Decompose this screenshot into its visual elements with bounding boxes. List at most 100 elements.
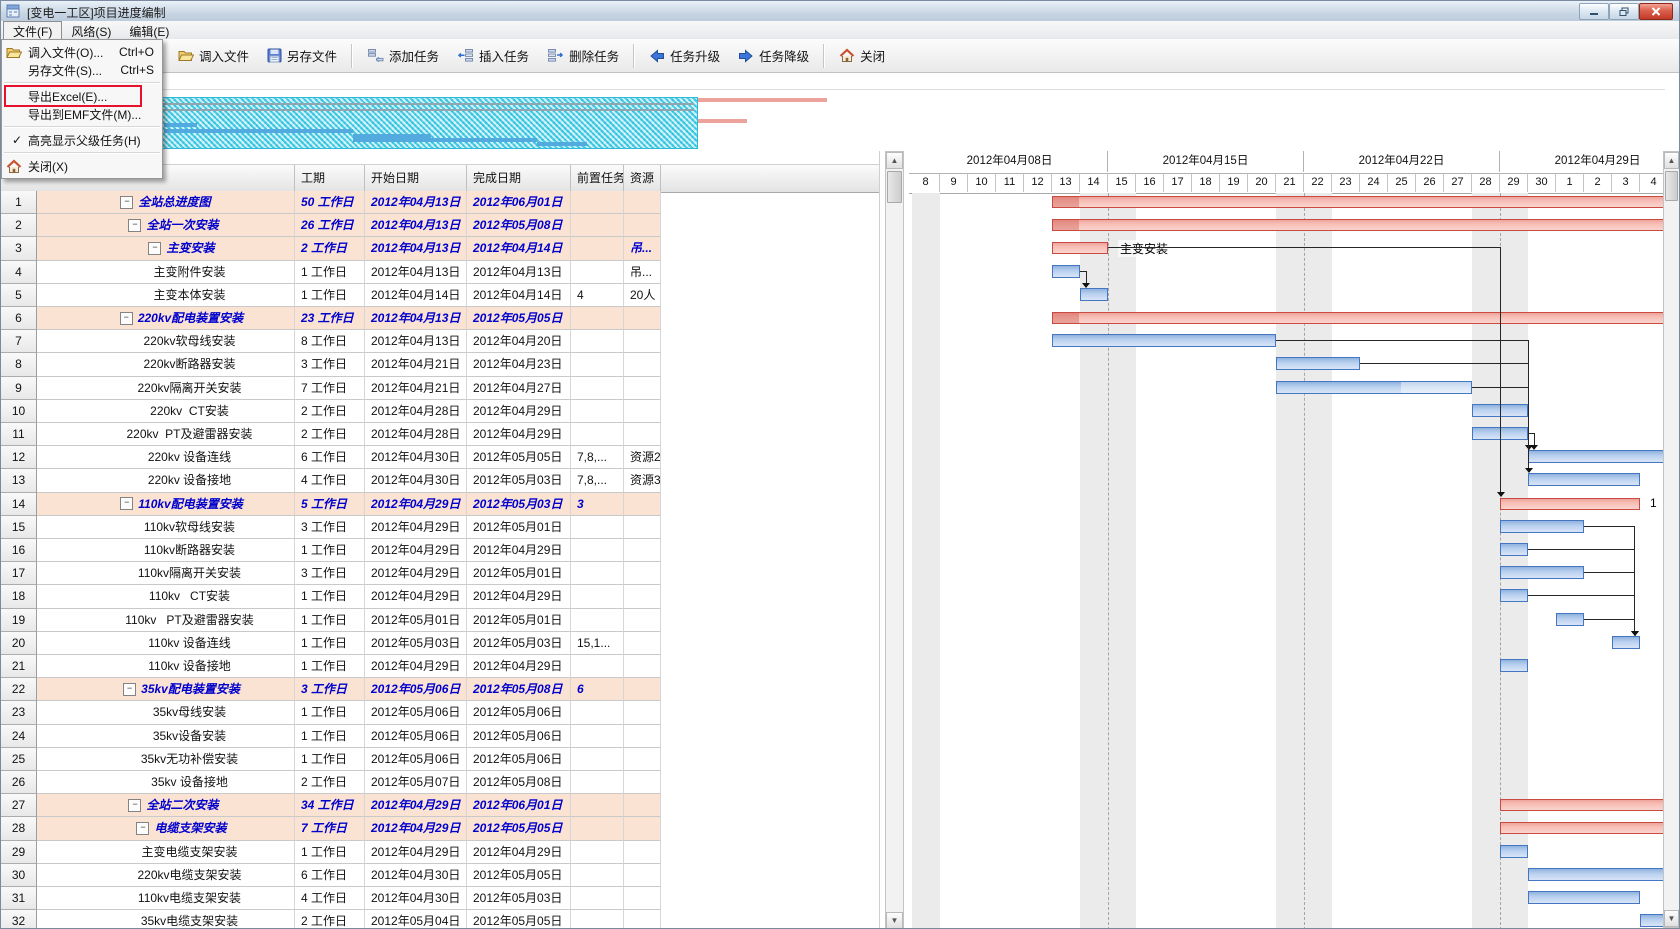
scrollbar-thumb[interactable] [887, 171, 902, 203]
table-row[interactable]: 2535kv无功补偿安装1 工作日2012年05月06日2012年05月06日 [1, 748, 879, 771]
gantt-summary-bar[interactable] [1052, 312, 1665, 324]
table-row[interactable]: 27−全站二次安装34 工作日2012年04月29日2012年06月01日 [1, 794, 879, 817]
cell-num[interactable]: 32 [1, 910, 37, 929]
collapse-box-icon[interactable]: − [128, 799, 141, 812]
scroll-up-arrow-icon[interactable]: ▲ [1664, 152, 1679, 169]
gantt-task-bar[interactable] [1612, 636, 1640, 649]
toolbar-button-添加任务[interactable]: 添加任务 [358, 41, 448, 70]
cell-num[interactable]: 2 [1, 214, 37, 237]
table-row[interactable]: 20110kv 设备连线1 工作日2012年05月03日2012年05月03日1… [1, 632, 879, 655]
gantt-task-bar[interactable] [1556, 613, 1584, 626]
menu-item-导出到EMF文件(M)...[interactable]: 导出到EMF文件(M)... [2, 105, 162, 123]
table-row[interactable]: 12220kv 设备连线6 工作日2012年04月30日2012年05月05日7… [1, 446, 879, 469]
table-row[interactable]: 17110kv隔离开关安装3 工作日2012年04月29日2012年05月01日 [1, 562, 879, 585]
gantt-task-bar[interactable] [1500, 566, 1584, 579]
gantt-summary-bar[interactable] [1500, 799, 1665, 811]
cell-num[interactable]: 22 [1, 678, 37, 701]
table-row[interactable]: 6−220kv配电装置安装23 工作日2012年04月13日2012年05月05… [1, 307, 879, 330]
cell-num[interactable]: 17 [1, 562, 37, 585]
gantt-task-bar[interactable] [1500, 659, 1528, 672]
table-row[interactable]: 29主变电缆支架安装1 工作日2012年04月29日2012年04月29日 [1, 841, 879, 864]
table-row[interactable]: 31110kv电缆支架安装4 工作日2012年04月30日2012年05月03日 [1, 887, 879, 910]
cell-num[interactable]: 6 [1, 307, 37, 330]
collapse-box-icon[interactable]: − [123, 683, 136, 696]
table-row[interactable]: 3235kv电缆支架安装2 工作日2012年05月04日2012年05月05日 [1, 910, 879, 929]
table-row[interactable]: 21110kv 设备接地1 工作日2012年04月29日2012年04月29日 [1, 655, 879, 678]
gantt-task-bar[interactable] [1052, 265, 1080, 278]
table-row[interactable]: 10220kv CT安装2 工作日2012年04月28日2012年04月29日 [1, 400, 879, 423]
cell-num[interactable]: 31 [1, 887, 37, 910]
table-row[interactable]: 2435kv设备安装1 工作日2012年05月06日2012年05月06日 [1, 725, 879, 748]
gantt-task-bar[interactable] [1500, 589, 1528, 602]
table-row[interactable]: 3−主变安装2 工作日2012年04月13日2012年04月14日吊... [1, 237, 879, 260]
menu-item-调入文件(O)...[interactable]: 调入文件(O)...Ctrl+O [2, 43, 162, 61]
cell-num[interactable]: 28 [1, 817, 37, 840]
gantt-task-bar[interactable] [1528, 450, 1665, 463]
cell-num[interactable]: 20 [1, 632, 37, 655]
scrollbar-thumb[interactable] [1665, 171, 1678, 201]
table-row[interactable]: 30220kv电缆支架安装6 工作日2012年04月30日2012年05月05日 [1, 864, 879, 887]
cell-num[interactable]: 15 [1, 516, 37, 539]
cell-num[interactable]: 9 [1, 377, 37, 400]
gantt-summary-bar[interactable] [1052, 219, 1665, 231]
table-row[interactable]: 11220kv PT及避雷器安装2 工作日2012年04月28日2012年04月… [1, 423, 879, 446]
table-row[interactable]: 8220kv断路器安装3 工作日2012年04月21日2012年04月23日 [1, 353, 879, 376]
column-header-开始日期[interactable]: 开始日期 [365, 165, 467, 191]
table-row[interactable]: 2335kv母线安装1 工作日2012年05月06日2012年05月06日 [1, 701, 879, 724]
cell-num[interactable]: 25 [1, 748, 37, 771]
table-row[interactable]: 7220kv软母线安装8 工作日2012年04月13日2012年04月20日 [1, 330, 879, 353]
cell-num[interactable]: 11 [1, 423, 37, 446]
cell-num[interactable]: 30 [1, 864, 37, 887]
collapse-box-icon[interactable]: − [148, 242, 161, 255]
table-row[interactable]: 2−全站一次安装26 工作日2012年04月13日2012年05月08日 [1, 214, 879, 237]
menubar-item[interactable]: 编辑(E) [120, 21, 178, 39]
table-row[interactable]: 15110kv软母线安装3 工作日2012年04月29日2012年05月01日 [1, 516, 879, 539]
table-row[interactable]: 5主变本体安装1 工作日2012年04月14日2012年04月14日420人 [1, 284, 879, 307]
table-vertical-scrollbar[interactable]: ▲ ▼ [885, 151, 904, 929]
collapse-box-icon[interactable]: − [128, 219, 141, 232]
gantt-task-bar[interactable] [1528, 868, 1665, 881]
gantt-task-bar[interactable] [1276, 381, 1472, 394]
menubar-item[interactable]: 文件(F) [3, 21, 62, 39]
collapse-box-icon[interactable]: − [136, 822, 149, 835]
table-row[interactable]: 9220kv隔离开关安装7 工作日2012年04月21日2012年04月27日 [1, 377, 879, 400]
cell-num[interactable]: 12 [1, 446, 37, 469]
cell-num[interactable]: 4 [1, 261, 37, 284]
cell-num[interactable]: 26 [1, 771, 37, 794]
gantt-summary-bar[interactable] [1500, 498, 1640, 510]
column-header-工期[interactable]: 工期 [295, 165, 365, 191]
cell-num[interactable]: 7 [1, 330, 37, 353]
table-row[interactable]: 4主变附件安装1 工作日2012年04月13日2012年04月13日吊... [1, 261, 879, 284]
menu-item-关闭(X)[interactable]: 关闭(X) [2, 157, 162, 175]
gantt-task-bar[interactable] [1500, 543, 1528, 556]
table-row[interactable]: 14−110kv配电装置安装5 工作日2012年04月29日2012年05月03… [1, 493, 879, 516]
cell-num[interactable]: 5 [1, 284, 37, 307]
toolbar-button-另存文件[interactable]: 另存文件 [258, 41, 346, 70]
collapse-box-icon[interactable]: − [120, 497, 133, 510]
close-button[interactable] [1639, 3, 1673, 20]
cell-num[interactable]: 10 [1, 400, 37, 423]
gantt-task-bar[interactable] [1052, 334, 1276, 347]
toolbar-button-任务升级[interactable]: 任务升级 [640, 41, 729, 70]
table-row[interactable]: 13220kv 设备接地4 工作日2012年04月30日2012年05月03日7… [1, 469, 879, 492]
cell-num[interactable]: 23 [1, 701, 37, 724]
restore-button[interactable] [1609, 3, 1639, 20]
gantt-task-bar[interactable] [1276, 357, 1360, 370]
table-row[interactable]: 22−35kv配电装置安装3 工作日2012年05月06日2012年05月08日… [1, 678, 879, 701]
gantt-task-bar[interactable] [1500, 845, 1528, 858]
scroll-down-arrow-icon[interactable]: ▼ [886, 912, 903, 929]
table-row[interactable]: 28−电缆支架安装7 工作日2012年04月29日2012年05月05日 [1, 817, 879, 840]
menu-item-高亮显示父级任务(H)[interactable]: ✓高亮显示父级任务(H) [2, 131, 162, 149]
toolbar-button-任务降级[interactable]: 任务降级 [729, 41, 818, 70]
table-row[interactable]: 16110kv断路器安装1 工作日2012年04月29日2012年04月29日 [1, 539, 879, 562]
cell-num[interactable]: 16 [1, 539, 37, 562]
cell-num[interactable]: 3 [1, 237, 37, 260]
cell-num[interactable]: 24 [1, 725, 37, 748]
cell-num[interactable]: 13 [1, 469, 37, 492]
menu-item-另存文件(S)...[interactable]: 另存文件(S)...Ctrl+S [2, 61, 162, 79]
toolbar-button-插入任务[interactable]: 插入任务 [448, 41, 538, 70]
cell-num[interactable]: 18 [1, 585, 37, 608]
toolbar-button-关闭[interactable]: 关闭 [830, 41, 894, 70]
gantt-summary-bar[interactable] [1500, 822, 1665, 834]
toolbar-button-删除任务[interactable]: 删除任务 [538, 41, 628, 70]
